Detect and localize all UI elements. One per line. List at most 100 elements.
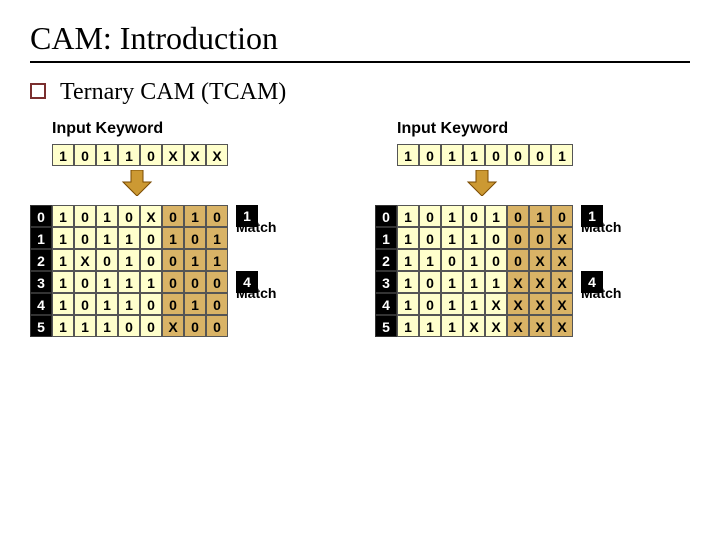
- data-cell: 1: [463, 293, 485, 315]
- data-cell: 1: [397, 315, 419, 337]
- row-index: 0: [375, 205, 397, 227]
- data-cell: 1: [463, 227, 485, 249]
- keyword-cell: 1: [463, 144, 485, 166]
- data-cell: 0: [419, 271, 441, 293]
- down-arrow-icon: [117, 170, 157, 196]
- data-cell: 0: [184, 271, 206, 293]
- data-cell: 0: [162, 293, 184, 315]
- subtitle: Ternary CAM (TCAM): [60, 79, 286, 106]
- row-index: 4: [30, 293, 52, 315]
- data-cell: 1: [184, 293, 206, 315]
- data-cell: 0: [419, 293, 441, 315]
- data-cell: 1: [96, 315, 118, 337]
- data-cell: 1: [485, 271, 507, 293]
- data-cell: 1: [96, 205, 118, 227]
- data-cell: 1: [184, 249, 206, 271]
- data-cell: 1: [52, 249, 74, 271]
- table-row: 11011000X: [375, 227, 690, 249]
- data-cell: 0: [74, 293, 96, 315]
- keyword-row-left: 10110XXX: [52, 144, 345, 166]
- data-cell: 0: [118, 315, 140, 337]
- bullet-icon: [30, 83, 46, 99]
- row-index: 4: [375, 293, 397, 315]
- data-cell: X: [485, 315, 507, 337]
- data-cell: 1: [52, 227, 74, 249]
- keyword-cell: 1: [118, 144, 140, 166]
- data-cell: 0: [74, 271, 96, 293]
- data-cell: 1: [441, 315, 463, 337]
- row-index: 1: [30, 227, 52, 249]
- data-cell: 1: [74, 315, 96, 337]
- data-cell: 0: [463, 205, 485, 227]
- data-cell: 0: [96, 249, 118, 271]
- page-title: CAM: Introduction: [30, 20, 690, 57]
- data-cell: 0: [162, 271, 184, 293]
- data-cell: 1: [485, 205, 507, 227]
- data-cell: 0: [507, 205, 529, 227]
- data-cell: 1: [206, 249, 228, 271]
- keyword-cell: 1: [96, 144, 118, 166]
- data-cell: 1: [52, 315, 74, 337]
- data-cell: 1: [419, 249, 441, 271]
- data-cell: 0: [206, 293, 228, 315]
- data-cell: 1: [397, 293, 419, 315]
- data-cell: 1: [397, 227, 419, 249]
- data-cell: 1: [52, 271, 74, 293]
- data-cell: X: [551, 315, 573, 337]
- data-cell: X: [529, 293, 551, 315]
- data-cell: 0: [419, 227, 441, 249]
- keyword-cell: 1: [551, 144, 573, 166]
- data-cell: 1: [463, 271, 485, 293]
- table-row: 01010X0101Match: [30, 205, 345, 227]
- data-cell: 0: [507, 249, 529, 271]
- data-cell: 0: [140, 249, 162, 271]
- data-cell: 0: [74, 227, 96, 249]
- keyword-cell: X: [184, 144, 206, 166]
- data-cell: X: [529, 271, 551, 293]
- data-cell: 1: [96, 227, 118, 249]
- data-cell: 0: [507, 227, 529, 249]
- keyword-cell: 1: [397, 144, 419, 166]
- data-cell: 1: [140, 271, 162, 293]
- data-cell: 1: [118, 293, 140, 315]
- table-row: 511100X00: [30, 315, 345, 337]
- table-row: 5111XXXXX: [375, 315, 690, 337]
- data-cell: 1: [96, 293, 118, 315]
- data-cell: X: [74, 249, 96, 271]
- data-cell: 1: [397, 271, 419, 293]
- table-row: 3101110004Match: [30, 271, 345, 293]
- data-cell: 0: [162, 249, 184, 271]
- row-index: 2: [30, 249, 52, 271]
- keyword-cell: 0: [485, 144, 507, 166]
- data-cell: 0: [441, 249, 463, 271]
- data-cell: 0: [206, 315, 228, 337]
- row-index: 2: [375, 249, 397, 271]
- keyword-cell: 0: [419, 144, 441, 166]
- data-cell: 1: [441, 205, 463, 227]
- data-cell: X: [551, 293, 573, 315]
- data-cell: 0: [184, 227, 206, 249]
- data-cell: 1: [419, 315, 441, 337]
- keyword-cell: 0: [74, 144, 96, 166]
- keyword-cell: 0: [140, 144, 162, 166]
- row-index: 0: [30, 205, 52, 227]
- arrow-left: [52, 170, 345, 201]
- right-column: Input Keyword 10110001 0101010101Match11…: [375, 120, 690, 337]
- data-cell: X: [551, 271, 573, 293]
- diagram-columns: Input Keyword 10110XXX 01010X0101Match11…: [30, 120, 690, 337]
- data-cell: 0: [184, 315, 206, 337]
- data-cell: X: [463, 315, 485, 337]
- table-row: 110110101: [30, 227, 345, 249]
- data-cell: X: [551, 227, 573, 249]
- subtitle-row: Ternary CAM (TCAM): [30, 79, 690, 106]
- input-label-right: Input Keyword: [397, 120, 690, 138]
- data-cell: X: [485, 293, 507, 315]
- data-cell: 1: [441, 227, 463, 249]
- row-index: 5: [375, 315, 397, 337]
- table-row: 310111XXX4Match: [375, 271, 690, 293]
- keyword-cell: 1: [441, 144, 463, 166]
- table-row: 2110100XX: [375, 249, 690, 271]
- row-index: 1: [375, 227, 397, 249]
- keyword-cell: X: [162, 144, 184, 166]
- data-cell: 0: [206, 271, 228, 293]
